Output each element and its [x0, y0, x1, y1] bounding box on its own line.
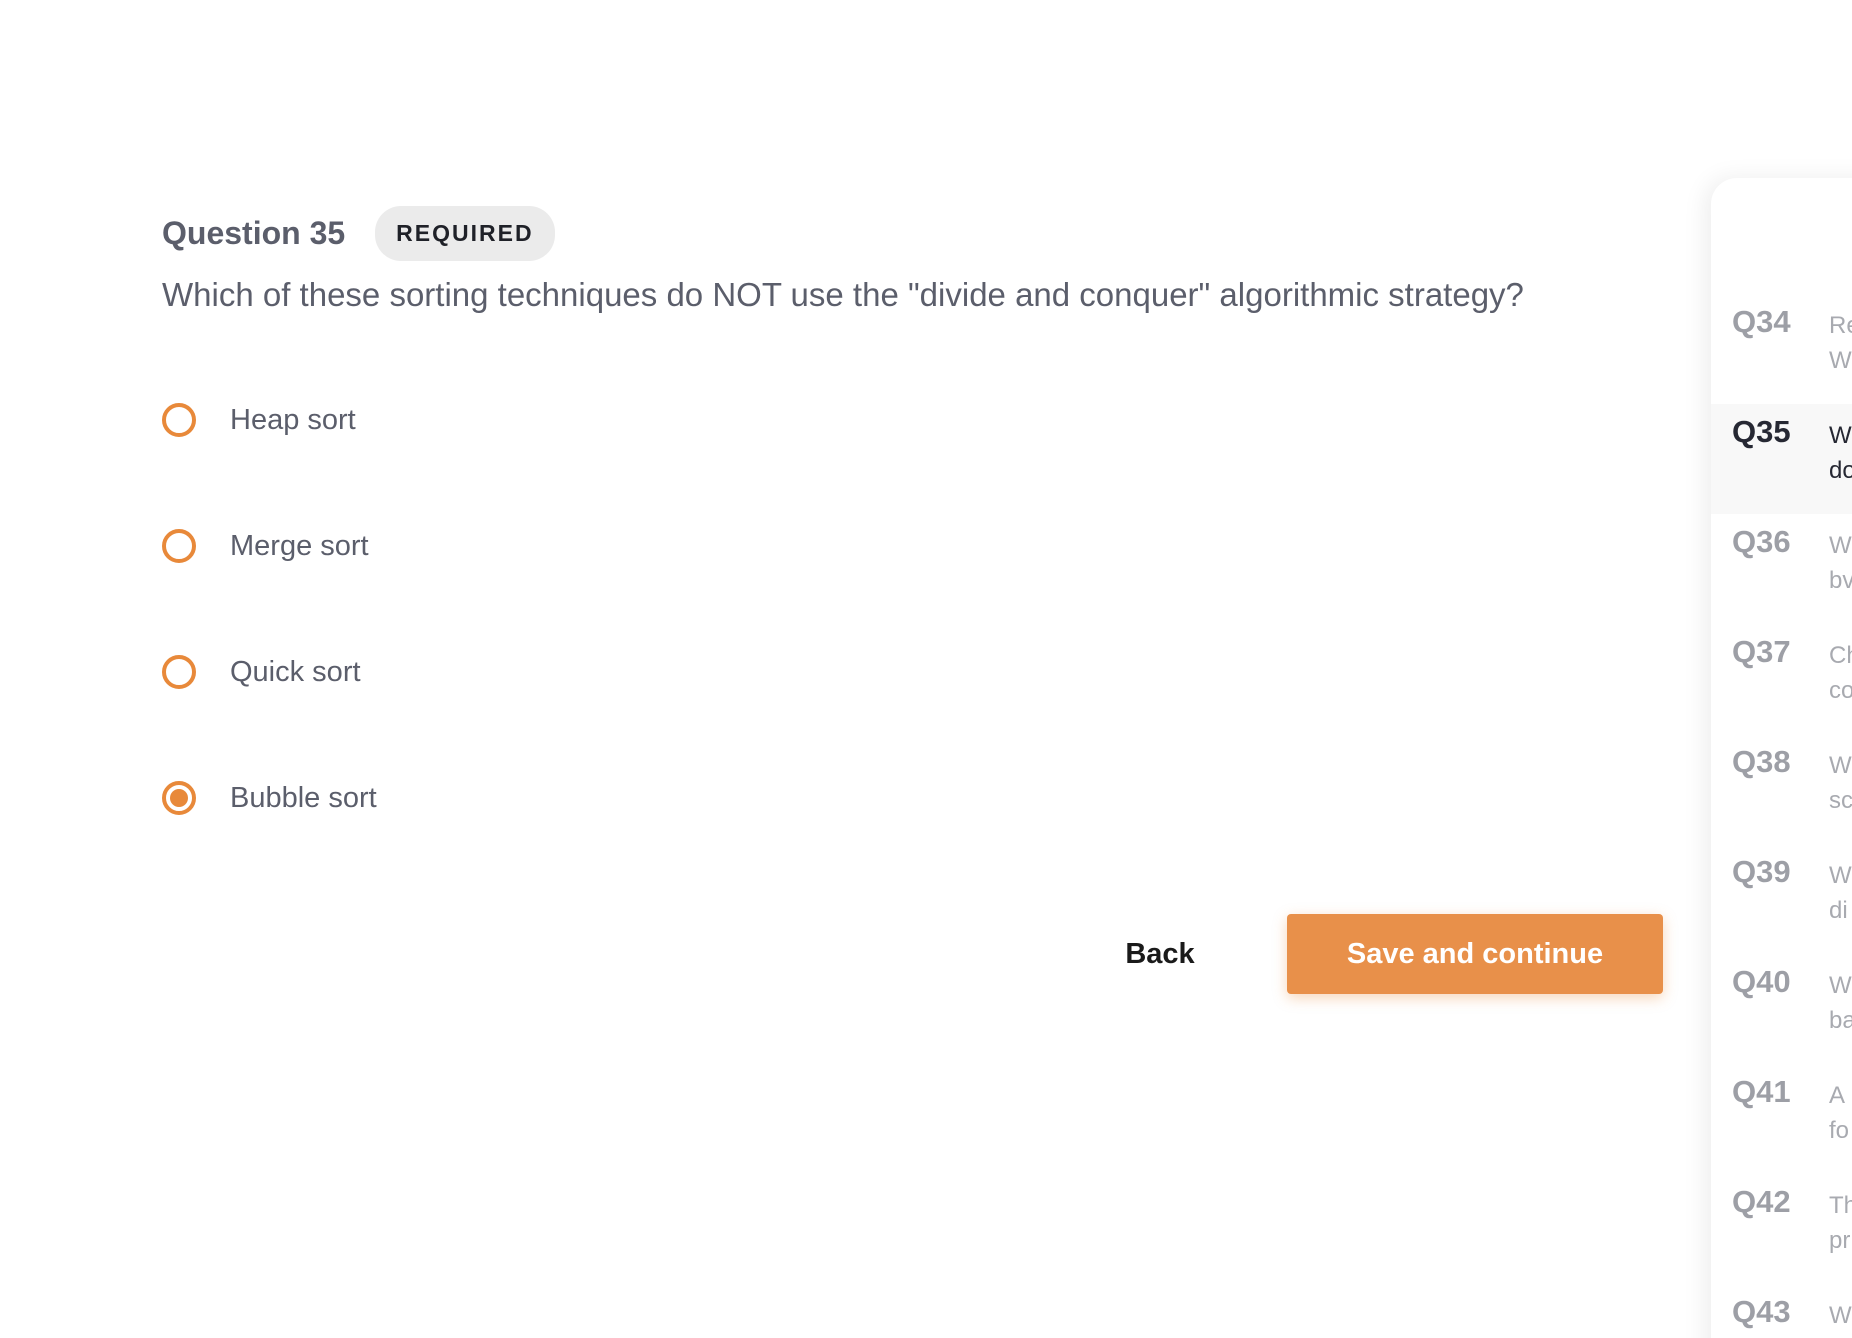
nav-item-preview-line: do — [1829, 457, 1852, 484]
question-header: Question 35 REQUIRED — [162, 206, 555, 261]
nav-item-number: Q38 — [1732, 744, 1791, 779]
nav-item-preview-line: bv — [1829, 567, 1852, 594]
nav-item-preview: Re W — [1829, 308, 1852, 378]
nav-item-number: Q35 — [1732, 414, 1791, 449]
question-navigator-panel: Q34 Re W Q35 W do Q36 W bv — [1711, 178, 1852, 1338]
question-text: Which of these sorting techniques do NOT… — [162, 276, 1524, 313]
nav-item-preview: W do — [1829, 418, 1852, 488]
nav-item-number: Q43 — [1732, 1294, 1791, 1329]
radio-button-selected[interactable] — [162, 781, 196, 815]
nav-item-preview-line: Th — [1829, 1192, 1852, 1219]
nav-item-preview-line: W — [1829, 1302, 1852, 1329]
nav-item-number: Q37 — [1732, 634, 1791, 669]
nav-item-q35[interactable]: Q35 W do — [1711, 404, 1852, 514]
nav-item-preview: W sc — [1829, 748, 1852, 818]
radio-button[interactable] — [162, 529, 196, 563]
nav-item-preview-line: Ch — [1829, 642, 1852, 669]
nav-item-preview: W bv — [1829, 528, 1852, 598]
nav-item-preview: Th pr — [1829, 1188, 1852, 1258]
nav-item-preview-line: W — [1829, 752, 1852, 779]
nav-item-q43[interactable]: Q43 W — [1711, 1284, 1852, 1338]
nav-item-preview-line: sc — [1829, 787, 1852, 814]
nav-item-q34[interactable]: Q34 Re W — [1711, 294, 1852, 404]
nav-item-preview-line: ba — [1829, 1007, 1852, 1034]
nav-item-preview: A fo — [1829, 1078, 1852, 1148]
nav-item-q40[interactable]: Q40 W ba — [1711, 954, 1852, 1064]
nav-item-preview-line: A — [1829, 1082, 1846, 1109]
radio-button[interactable] — [162, 655, 196, 689]
nav-item-preview-line: pr — [1829, 1227, 1851, 1254]
nav-item-preview: W ba — [1829, 968, 1852, 1038]
save-and-continue-button[interactable]: Save and continue — [1287, 914, 1663, 994]
nav-item-q39[interactable]: Q39 W di — [1711, 844, 1852, 954]
radio-button[interactable] — [162, 403, 196, 437]
nav-item-q38[interactable]: Q38 W sc — [1711, 734, 1852, 844]
nav-item-preview: W di — [1829, 858, 1852, 928]
nav-item-preview-line: W — [1829, 972, 1852, 999]
nav-item-preview: Ch co — [1829, 638, 1852, 708]
option-bubble-sort[interactable]: Bubble sort — [162, 774, 377, 822]
nav-item-q36[interactable]: Q36 W bv — [1711, 514, 1852, 624]
answer-options: Heap sort Merge sort Quick sort Bubble s… — [162, 396, 377, 900]
nav-item-q42[interactable]: Q42 Th pr — [1711, 1174, 1852, 1284]
nav-item-preview-line: co — [1829, 677, 1852, 704]
nav-item-preview: W — [1829, 1298, 1852, 1333]
nav-item-number: Q41 — [1732, 1074, 1791, 1109]
nav-item-preview-line: W — [1829, 347, 1852, 374]
nav-item-number: Q36 — [1732, 524, 1791, 559]
option-heap-sort[interactable]: Heap sort — [162, 396, 377, 444]
option-label: Quick sort — [230, 655, 361, 688]
nav-item-number: Q39 — [1732, 854, 1791, 889]
nav-item-preview-line: fo — [1829, 1117, 1850, 1144]
question-number: Question 35 — [162, 215, 346, 251]
required-badge: REQUIRED — [375, 206, 555, 261]
nav-item-preview-line: di — [1829, 897, 1848, 924]
radio-selected-dot — [170, 789, 188, 807]
option-merge-sort[interactable]: Merge sort — [162, 522, 377, 570]
option-label: Heap sort — [230, 403, 356, 436]
nav-item-preview-line: W — [1829, 862, 1852, 889]
nav-item-number: Q34 — [1732, 304, 1791, 339]
option-quick-sort[interactable]: Quick sort — [162, 648, 377, 696]
option-label: Bubble sort — [230, 781, 377, 814]
back-button[interactable]: Back — [1100, 916, 1220, 992]
nav-item-q37[interactable]: Q37 Ch co — [1711, 624, 1852, 734]
nav-item-preview-line: W — [1829, 422, 1852, 449]
nav-item-q41[interactable]: Q41 A fo — [1711, 1064, 1852, 1174]
nav-item-number: Q40 — [1732, 964, 1791, 999]
question-navigator-list: Q34 Re W Q35 W do Q36 W bv — [1711, 294, 1852, 1338]
nav-item-preview-line: Re — [1829, 312, 1852, 339]
option-label: Merge sort — [230, 529, 369, 562]
nav-item-number: Q42 — [1732, 1184, 1791, 1219]
nav-item-preview-line: W — [1829, 532, 1852, 559]
quiz-page: Question 35 REQUIRED Which of these sort… — [0, 0, 1852, 1338]
